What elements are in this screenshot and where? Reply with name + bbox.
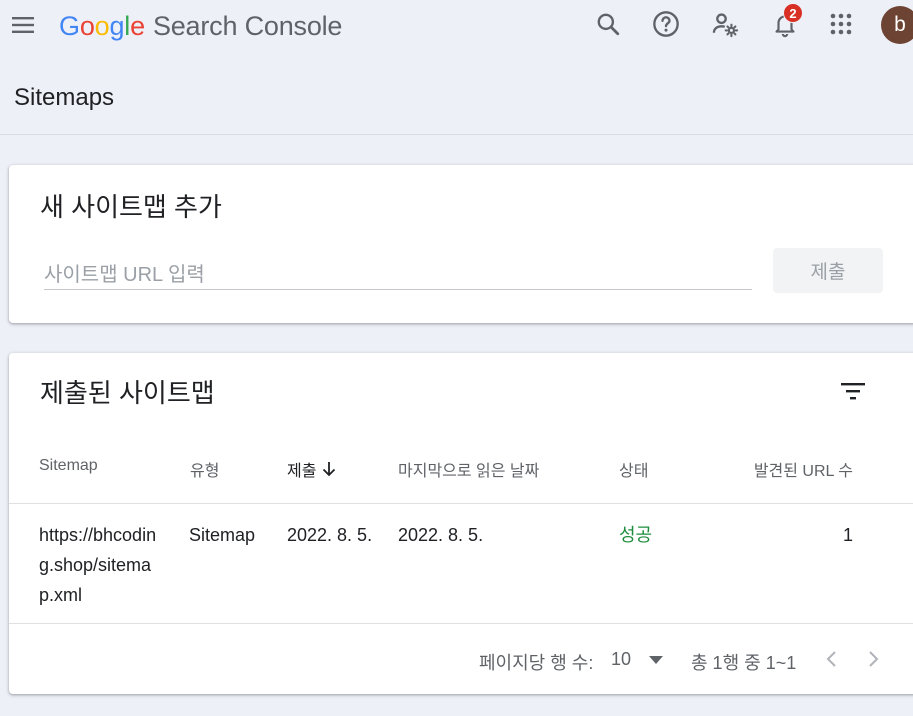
rows-per-page-value: 10 xyxy=(611,649,632,669)
apps-grid-icon[interactable] xyxy=(825,8,857,40)
cell-type: Sitemap xyxy=(189,525,256,545)
header-row-divider xyxy=(9,503,913,504)
logo-letter: e xyxy=(130,11,145,41)
filter-icon[interactable] xyxy=(838,376,868,406)
cell-last-read-date: 2022. 8. 5. xyxy=(398,525,484,545)
product-name: Search Console xyxy=(152,11,343,41)
cell-submitted-date: 2022. 8. 5. xyxy=(287,525,373,545)
chevron-right-icon xyxy=(869,651,879,667)
submit-button[interactable]: 제출 xyxy=(773,248,883,293)
rows-per-page-select[interactable]: 10 xyxy=(609,643,669,675)
dropdown-caret-icon xyxy=(649,653,663,671)
column-header-sitemap[interactable]: Sitemap xyxy=(39,457,98,475)
sitemap-url-input[interactable] xyxy=(44,261,752,290)
add-sitemap-title: 새 사이트맵 추가 xyxy=(40,192,222,222)
chevron-left-icon xyxy=(826,651,836,667)
column-header-submitted[interactable]: 제출 xyxy=(287,457,336,482)
pagination-range: 총 1행 중 1~1 xyxy=(691,653,797,673)
previous-page-button[interactable] xyxy=(817,643,847,675)
cell-status: 성공 xyxy=(619,525,653,545)
cell-sitemap-url: https://bhcoding.shop/sitemap.xml xyxy=(39,525,157,605)
top-app-bar: Google Search Console 2 b xyxy=(0,0,913,52)
column-header-discovered-urls[interactable]: 발견된 URL 수 xyxy=(721,457,853,481)
page-title: Sitemaps xyxy=(14,84,115,111)
logo-letter: o xyxy=(94,11,110,41)
header-divider xyxy=(0,134,913,135)
avatar[interactable]: b xyxy=(881,6,913,44)
help-icon[interactable] xyxy=(650,8,682,40)
add-sitemap-card: 새 사이트맵 추가 제출 xyxy=(9,165,913,323)
logo-letter: o xyxy=(79,11,95,41)
footer-divider xyxy=(9,623,913,624)
user-settings-icon[interactable] xyxy=(709,8,741,40)
logo-letter: g xyxy=(109,11,125,41)
next-page-button[interactable] xyxy=(858,643,888,675)
column-header-type[interactable]: 유형 xyxy=(190,457,219,481)
search-icon[interactable] xyxy=(592,8,624,40)
logo-letter: G xyxy=(59,11,80,41)
column-header-last-read[interactable]: 마지막으로 읽은 날짜 xyxy=(398,457,539,481)
submitted-sitemaps-card: 제출된 사이트맵 Sitemap 유형 제출 마지막으로 읽은 날짜 상태 발견… xyxy=(9,353,913,694)
sort-descending-icon xyxy=(322,462,336,481)
hamburger-menu-icon[interactable] xyxy=(10,12,38,38)
cell-discovered-urls: 1 xyxy=(842,525,853,545)
search-console-logo[interactable]: Google Search Console xyxy=(59,8,342,44)
column-header-submitted-label: 제출 xyxy=(287,463,317,480)
column-header-status[interactable]: 상태 xyxy=(619,457,648,481)
notification-badge: 2 xyxy=(783,3,803,23)
submitted-sitemaps-title: 제출된 사이트맵 xyxy=(40,378,215,408)
rows-per-page-label: 페이지당 행 수: xyxy=(479,653,594,673)
